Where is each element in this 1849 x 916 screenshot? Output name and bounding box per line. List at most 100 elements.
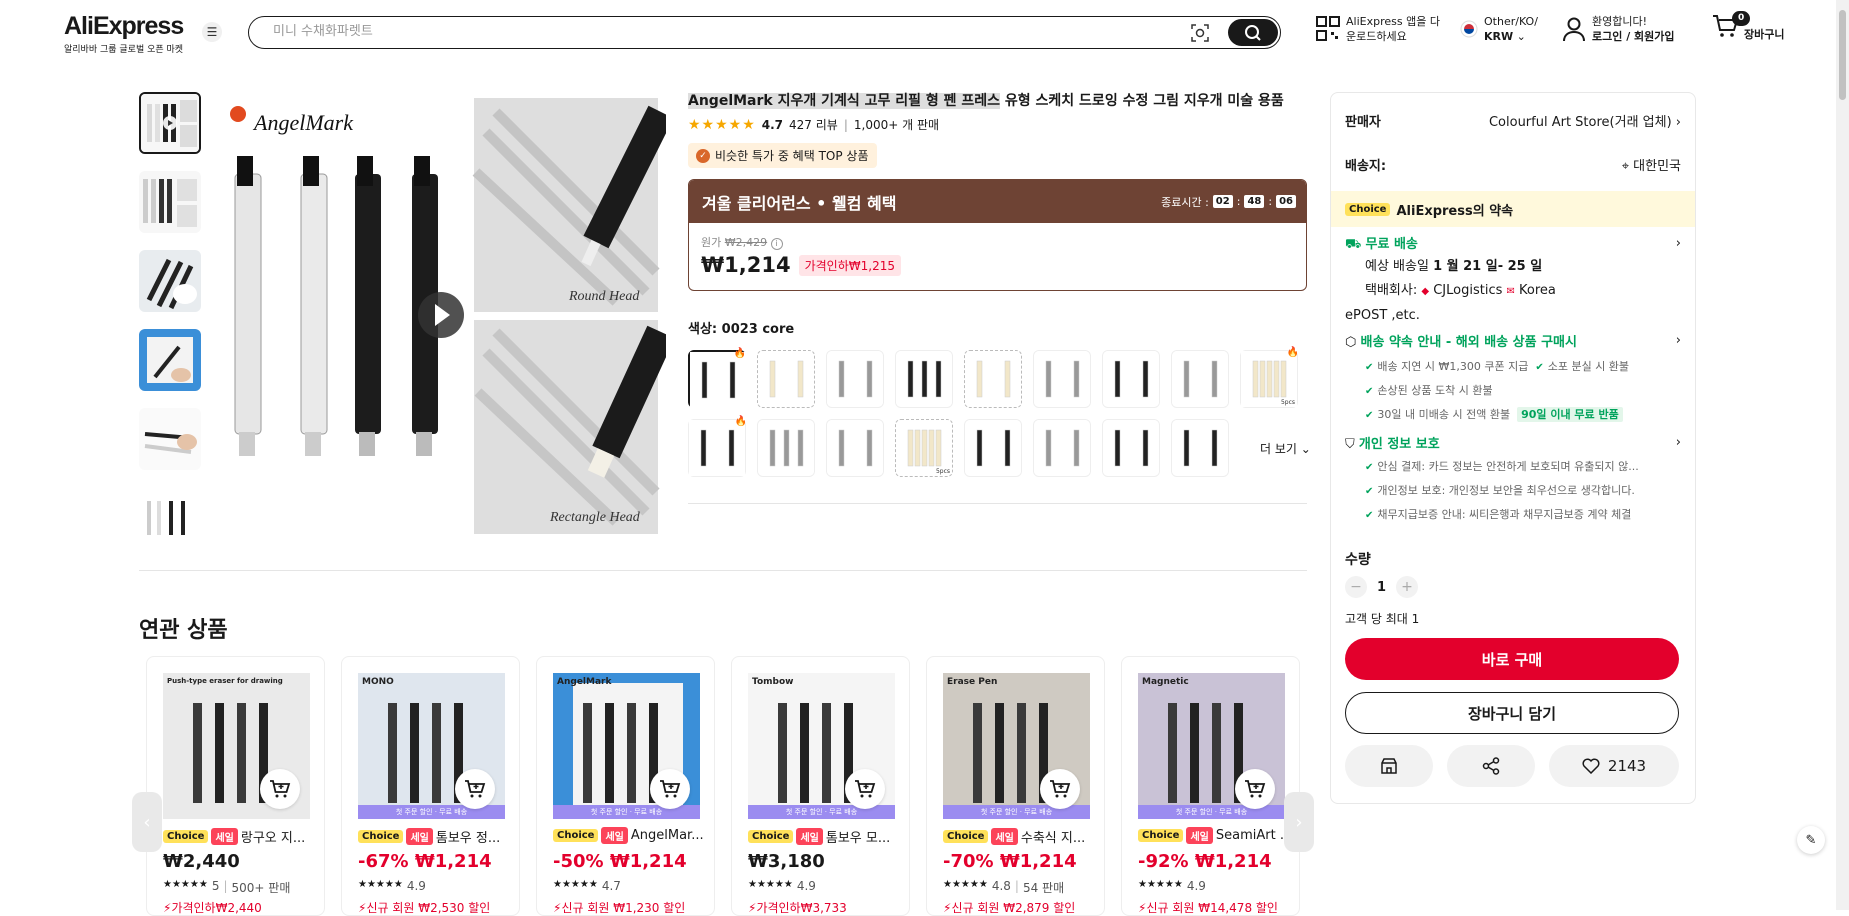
add-to-cart-icon-button[interactable]	[845, 769, 885, 809]
color-swatch[interactable]: 5pcs	[895, 419, 953, 477]
deal-text: ⚡신규 회원 ₩2,530 할인	[358, 899, 490, 915]
increase-button[interactable]: +	[1396, 576, 1419, 598]
add-to-cart-icon-button[interactable]	[650, 769, 690, 809]
color-swatch[interactable]	[1171, 350, 1229, 408]
quantity-label: 수량	[1345, 552, 1371, 568]
carousel-next-button[interactable]: ›	[1284, 792, 1314, 852]
thumbnail-video[interactable]	[139, 92, 201, 154]
free-shipping-row[interactable]: ⛟ 무료 배송 ›	[1345, 233, 1681, 254]
delivery-promise-row[interactable]: ⬡ 배송 약속 안내 - 해외 배송 상품 구매시 ›	[1345, 331, 1681, 350]
quantity-value[interactable]: 1	[1377, 580, 1386, 595]
color-swatch[interactable]: 5pcs 🔥	[1240, 347, 1299, 408]
product-image[interactable]: Tombow 첫 주문 할인 · 무료 배송	[748, 673, 895, 819]
product-card[interactable]: MONO 첫 주문 할인 · 무료 배송 Choice 세일 톰보우 정... -67% …	[341, 656, 520, 916]
thumbnail-6[interactable]	[139, 487, 201, 549]
color-label: 색상: 0023 core	[688, 322, 795, 337]
chevron-right-icon: ›	[1675, 236, 1681, 251]
privacy-row[interactable]: ⛉ 개인 정보 보호 ›	[1345, 433, 1681, 452]
info-icon[interactable]: i	[770, 238, 783, 250]
share-button[interactable]	[1447, 745, 1535, 787]
add-to-cart-icon-button[interactable]	[455, 769, 495, 809]
aliexpress-logo[interactable]: AliExpress 알리바바 그룹 글로벌 오픈 마켓	[64, 12, 184, 55]
rating-row: ★★★★★ 4.9	[358, 879, 426, 893]
product-card[interactable]: Push-type eraser for drawing Choice 세일 랑구오 …	[146, 656, 325, 916]
top-deal-badge[interactable]: ✓ 비슷한 특가 중 혜택 TOP 상품	[688, 143, 877, 168]
store-button[interactable]	[1345, 745, 1433, 787]
color-swatch[interactable]	[1102, 350, 1160, 408]
language-currency[interactable]: Other/KO/KRW ⌄	[1460, 14, 1538, 44]
shield-check-icon: ⛉	[1345, 437, 1355, 452]
chevron-right-icon: ›	[1675, 333, 1681, 348]
cart-link[interactable]: 0 장바구니	[1712, 11, 1784, 42]
rating-stars-icon: ★★★★★	[1138, 879, 1183, 890]
search-input[interactable]	[273, 24, 1153, 39]
product-card[interactable]: Erase Pen 첫 주문 할인 · 무료 배송 Choice 세일 수축식 지...…	[926, 656, 1105, 916]
privacy-title: 개인 정보 보호	[1358, 437, 1440, 452]
product-card[interactable]: Magnetic 첫 주문 할인 · 무료 배송 Choice 세일 SeamiArt …	[1121, 656, 1300, 916]
thumbnail-3[interactable]	[139, 250, 201, 312]
color-swatch[interactable]	[1033, 419, 1091, 477]
title-rest: 유형 스케치 드로잉 수정 그림 지우개 미술 용품	[1000, 93, 1284, 109]
round-head-label: Round Head	[568, 289, 640, 304]
add-to-cart-icon-button[interactable]	[260, 769, 300, 809]
seller-row[interactable]: 판매자 Colourful Art Store(거래 업체) ›	[1345, 111, 1681, 130]
color-swatch[interactable]	[1171, 419, 1229, 477]
color-swatch[interactable]	[964, 350, 1022, 408]
more-colors-link[interactable]: 더 보기 ⌄	[1260, 440, 1311, 457]
menu-icon[interactable]: ☰	[202, 22, 222, 42]
product-image[interactable]: AngelMark 첫 주문 할인 · 무료 배송	[553, 673, 700, 819]
app-line1: AliExpress 앱을 다	[1346, 15, 1440, 28]
add-to-cart-icon-button[interactable]	[1040, 769, 1080, 809]
discount-percent: -50%	[553, 851, 604, 872]
app-download[interactable]: AliExpress 앱을 다운로드하세요	[1316, 14, 1440, 44]
thumbnail-4[interactable]	[139, 329, 201, 391]
product-image[interactable]: Push-type eraser for drawing	[163, 673, 310, 819]
decrease-button[interactable]: −	[1345, 576, 1367, 598]
scrollbar-thumb[interactable]	[1839, 10, 1846, 100]
feedback-edit-button[interactable]: ✎	[1797, 826, 1825, 854]
color-swatch[interactable]	[1033, 350, 1091, 408]
logo-subtitle: 알리바바 그룹 글로벌 오픈 마켓	[64, 45, 184, 55]
image-search-icon[interactable]	[1190, 23, 1210, 43]
product-card[interactable]: AngelMark 첫 주문 할인 · 무료 배송 Choice 세일 AngelMar…	[536, 656, 715, 916]
brand-text: AngelMark	[557, 677, 612, 687]
color-swatch[interactable]	[964, 419, 1022, 477]
color-swatch[interactable]	[757, 419, 815, 477]
color-swatch[interactable]	[826, 419, 884, 477]
hot-fire-icon: 🔥	[1286, 347, 1299, 358]
main-product-image[interactable]: AngelMark Round Head Rectangle Head	[216, 92, 666, 540]
product-card[interactable]: Tombow 첫 주문 할인 · 무료 배송 Choice 세일 톰보우 모... ₩3,…	[731, 656, 910, 916]
app-line2: 운로드하세요	[1346, 30, 1407, 43]
rating-row: ★★★★★ 4.7 427 리뷰 | 1,000+ 개 판매	[688, 116, 940, 133]
product-image[interactable]: Magnetic 첫 주문 할인 · 무료 배송	[1138, 673, 1285, 819]
search-button[interactable]	[1228, 19, 1278, 46]
choice-tag: Choice	[163, 830, 209, 843]
eta-prefix: 예상 배송일	[1365, 259, 1434, 274]
wishlist-button[interactable]: 2143	[1549, 745, 1679, 787]
color-swatch[interactable]	[895, 350, 953, 408]
discount-percent: -92%	[1138, 851, 1189, 872]
product-image[interactable]: Erase Pen 첫 주문 할인 · 무료 배송	[943, 673, 1090, 819]
review-count[interactable]: 427 리뷰	[789, 116, 838, 133]
thumbnail-2[interactable]	[139, 171, 201, 233]
color-swatch[interactable]: 🔥	[688, 416, 747, 477]
add-to-cart-button[interactable]: 장바구니 담기	[1345, 692, 1679, 734]
color-swatch[interactable]	[1102, 419, 1160, 477]
add-to-cart-icon-button[interactable]	[1235, 769, 1275, 809]
swatch-caption: 5pcs	[1280, 399, 1295, 406]
color-swatch[interactable]: 🔥	[688, 348, 746, 408]
thumbnail-5[interactable]	[139, 408, 201, 470]
delivery-info: 예상 배송일 1 월 21 일- 25 일 택배회사: ◆ CJLogistic…	[1345, 255, 1665, 328]
product-image[interactable]: MONO 첫 주문 할인 · 무료 배송	[358, 673, 505, 819]
deal-text: ⚡신규 회원 ₩14,478 할인	[1138, 899, 1278, 915]
product-name: 수축식 지...	[1020, 831, 1086, 846]
page-scrollbar[interactable]	[1836, 0, 1849, 910]
rating-value: 4.9	[406, 879, 426, 893]
ship-to-row[interactable]: 배송지: ⌖ 대한민국	[1345, 155, 1681, 174]
account-menu[interactable]: 환영합니다! 로그인 / 회원가입	[1562, 14, 1675, 44]
color-swatch[interactable]	[757, 350, 815, 408]
buy-now-button[interactable]: 바로 구매	[1345, 638, 1679, 680]
color-swatch[interactable]	[826, 350, 884, 408]
carousel-prev-button[interactable]: ‹	[132, 792, 162, 852]
check-icon: ✔	[1535, 362, 1544, 373]
